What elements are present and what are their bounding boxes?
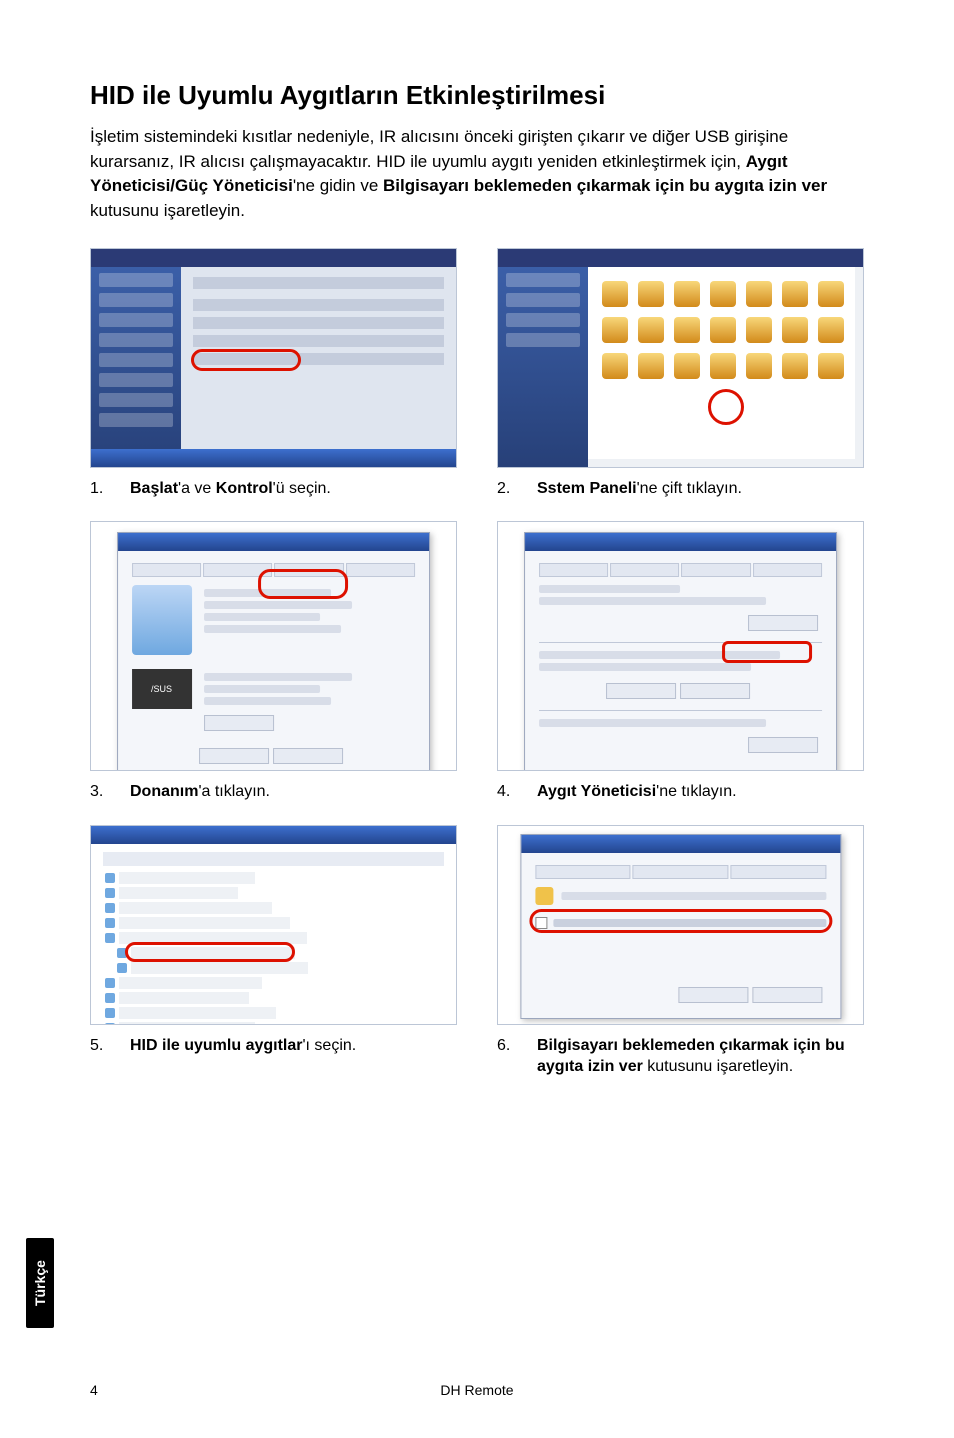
intro-text-3: kutusunu işaretleyin. bbox=[90, 201, 245, 220]
footer: 4 DH Remote bbox=[90, 1382, 864, 1398]
step-post: 'ne tıklayın. bbox=[656, 783, 736, 800]
intro-text-1: İşletim sistemindeki kısıtlar nedeniyle,… bbox=[90, 127, 788, 171]
step-text: Başlat'a ve Kontrol'ü seçin. bbox=[130, 478, 457, 500]
caption-5: 5. HID ile uyumlu aygıtlar'ı seçin. bbox=[90, 1035, 457, 1057]
page: HID ile Uyumlu Aygıtların Etkinleştirilm… bbox=[0, 0, 954, 1438]
caption-6: 6. Bilgisayarı beklemeden çıkarmak için … bbox=[497, 1035, 864, 1078]
highlight-allow-wake-checkbox bbox=[529, 909, 832, 933]
page-number: 4 bbox=[90, 1382, 120, 1398]
step-number: 1. bbox=[90, 478, 108, 500]
intro-bold-2: Bilgisayarı beklemeden çıkarmak için bu … bbox=[383, 176, 827, 195]
step-1: 1. Başlat'a ve Kontrol'ü seçin. bbox=[90, 248, 457, 500]
step-number: 3. bbox=[90, 781, 108, 803]
step-number: 5. bbox=[90, 1035, 108, 1057]
step-text: Aygıt Yöneticisi'ne tıklayın. bbox=[537, 781, 864, 803]
highlight-control-panel bbox=[191, 349, 301, 371]
highlight-system-icon bbox=[708, 389, 744, 425]
step-bold-2: Kontrol bbox=[216, 480, 273, 497]
highlight-device-manager-button bbox=[722, 641, 812, 663]
step-4: 4. Aygıt Yöneticisi'ne tıklayın. bbox=[497, 521, 864, 803]
caption-4: 4. Aygıt Yöneticisi'ne tıklayın. bbox=[497, 781, 864, 803]
step-mid: 'a ve bbox=[178, 480, 216, 497]
intro-text-2: 'ne gidin ve bbox=[293, 176, 383, 195]
step-number: 4. bbox=[497, 781, 515, 803]
step-bold-1: Başlat bbox=[130, 480, 178, 497]
step-number: 6. bbox=[497, 1035, 515, 1078]
steps-grid: 1. Başlat'a ve Kontrol'ü seçin. bbox=[90, 248, 864, 1078]
highlight-hid-device bbox=[125, 942, 295, 962]
screenshot-hid-properties bbox=[497, 825, 864, 1025]
footer-title: DH Remote bbox=[120, 1382, 834, 1398]
step-post: 'ı seçin. bbox=[302, 1037, 356, 1054]
screenshot-device-manager bbox=[90, 825, 457, 1025]
step-post: 'a tıklayın. bbox=[198, 783, 270, 800]
step-bold: Donanım bbox=[130, 783, 198, 800]
step-3: /SUS 3. bbox=[90, 521, 457, 803]
screenshot-control-panel bbox=[497, 248, 864, 468]
step-2: 2. Sstem Paneli'ne çift tıklayın. bbox=[497, 248, 864, 500]
step-bold: HID ile uyumlu aygıtlar bbox=[130, 1037, 302, 1054]
step-bold: Sstem Paneli bbox=[537, 480, 637, 497]
highlight-hardware-tab bbox=[258, 569, 348, 599]
step-text: Sstem Paneli'ne çift tıklayın. bbox=[537, 478, 864, 500]
language-tab: Türkçe bbox=[26, 1238, 54, 1328]
screenshot-start-menu bbox=[90, 248, 457, 468]
page-title: HID ile Uyumlu Aygıtların Etkinleştirilm… bbox=[90, 80, 864, 111]
step-text: Bilgisayarı beklemeden çıkarmak için bu … bbox=[537, 1035, 864, 1078]
step-5: 5. HID ile uyumlu aygıtlar'ı seçin. bbox=[90, 825, 457, 1078]
step-bold: Aygıt Yöneticisi bbox=[537, 783, 656, 800]
step-post: 'ü seçin. bbox=[273, 480, 331, 497]
step-text: HID ile uyumlu aygıtlar'ı seçin. bbox=[130, 1035, 457, 1057]
caption-1: 1. Başlat'a ve Kontrol'ü seçin. bbox=[90, 478, 457, 500]
step-post: kutusunu işaretleyin. bbox=[643, 1058, 793, 1075]
step-6: 6. Bilgisayarı beklemeden çıkarmak için … bbox=[497, 825, 864, 1078]
step-post: 'ne çift tıklayın. bbox=[637, 480, 742, 497]
step-number: 2. bbox=[497, 478, 515, 500]
step-text: Donanım'a tıklayın. bbox=[130, 781, 457, 803]
caption-3: 3. Donanım'a tıklayın. bbox=[90, 781, 457, 803]
screenshot-system-properties-hardware: /SUS bbox=[90, 521, 457, 771]
intro-paragraph: İşletim sistemindeki kısıtlar nedeniyle,… bbox=[90, 125, 864, 224]
screenshot-system-properties-devmgr bbox=[497, 521, 864, 771]
caption-2: 2. Sstem Paneli'ne çift tıklayın. bbox=[497, 478, 864, 500]
